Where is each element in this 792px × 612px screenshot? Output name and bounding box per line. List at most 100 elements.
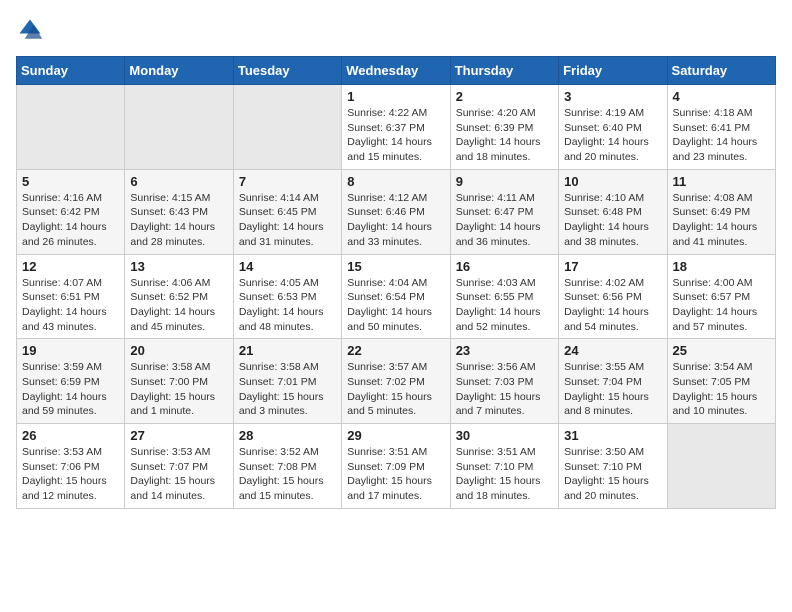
day-info: Sunrise: 4:10 AMSunset: 6:48 PMDaylight:… <box>564 191 661 250</box>
day-number: 27 <box>130 428 227 443</box>
day-number: 26 <box>22 428 119 443</box>
day-number: 24 <box>564 343 661 358</box>
day-number: 5 <box>22 174 119 189</box>
day-info: Sunrise: 3:50 AMSunset: 7:10 PMDaylight:… <box>564 445 661 504</box>
table-row: 15 Sunrise: 4:04 AMSunset: 6:54 PMDayligh… <box>342 254 450 339</box>
table-row: 9 Sunrise: 4:11 AMSunset: 6:47 PMDaylight… <box>450 169 558 254</box>
page-header <box>16 16 776 44</box>
table-row: 4 Sunrise: 4:18 AMSunset: 6:41 PMDaylight… <box>667 85 775 170</box>
day-info: Sunrise: 4:03 AMSunset: 6:55 PMDaylight:… <box>456 276 553 335</box>
table-row <box>125 85 233 170</box>
table-row: 29 Sunrise: 3:51 AMSunset: 7:09 PMDayligh… <box>342 424 450 509</box>
day-number: 17 <box>564 259 661 274</box>
day-number: 20 <box>130 343 227 358</box>
table-row: 26 Sunrise: 3:53 AMSunset: 7:06 PMDayligh… <box>17 424 125 509</box>
day-info: Sunrise: 4:02 AMSunset: 6:56 PMDaylight:… <box>564 276 661 335</box>
day-info: Sunrise: 4:22 AMSunset: 6:37 PMDaylight:… <box>347 106 444 165</box>
day-number: 22 <box>347 343 444 358</box>
day-number: 6 <box>130 174 227 189</box>
day-info: Sunrise: 4:19 AMSunset: 6:40 PMDaylight:… <box>564 106 661 165</box>
day-info: Sunrise: 3:53 AMSunset: 7:07 PMDaylight:… <box>130 445 227 504</box>
table-row: 28 Sunrise: 3:52 AMSunset: 7:08 PMDayligh… <box>233 424 341 509</box>
day-number: 15 <box>347 259 444 274</box>
logo-icon <box>16 16 44 44</box>
table-row: 8 Sunrise: 4:12 AMSunset: 6:46 PMDaylight… <box>342 169 450 254</box>
day-number: 19 <box>22 343 119 358</box>
col-monday: Monday <box>125 57 233 85</box>
day-number: 9 <box>456 174 553 189</box>
day-info: Sunrise: 3:52 AMSunset: 7:08 PMDaylight:… <box>239 445 336 504</box>
table-row: 22Sunrise: 3:57 AMSunset: 7:02 PMDayligh… <box>342 339 450 424</box>
table-row: 12 Sunrise: 4:07 AMSunset: 6:51 PMDayligh… <box>17 254 125 339</box>
day-info: Sunrise: 4:16 AMSunset: 6:42 PMDaylight:… <box>22 191 119 250</box>
day-number: 3 <box>564 89 661 104</box>
table-row: 21Sunrise: 3:58 AMSunset: 7:01 PMDayligh… <box>233 339 341 424</box>
day-info: Sunrise: 3:59 AMSunset: 6:59 PMDaylight:… <box>22 360 119 419</box>
day-info: Sunrise: 4:11 AMSunset: 6:47 PMDaylight:… <box>456 191 553 250</box>
table-row: 17 Sunrise: 4:02 AMSunset: 6:56 PMDayligh… <box>559 254 667 339</box>
day-number: 14 <box>239 259 336 274</box>
day-info: Sunrise: 4:20 AMSunset: 6:39 PMDaylight:… <box>456 106 553 165</box>
table-row: 31 Sunrise: 3:50 AMSunset: 7:10 PMDayligh… <box>559 424 667 509</box>
day-info: Sunrise: 3:54 AMSunset: 7:05 PMDaylight:… <box>673 360 770 419</box>
day-number: 29 <box>347 428 444 443</box>
day-number: 18 <box>673 259 770 274</box>
day-info: Sunrise: 4:00 AMSunset: 6:57 PMDaylight:… <box>673 276 770 335</box>
table-row: 20 Sunrise: 3:58 AMSunset: 7:00 PMDayligh… <box>125 339 233 424</box>
table-row: 25 Sunrise: 3:54 AMSunset: 7:05 PMDayligh… <box>667 339 775 424</box>
day-info: Sunrise: 4:12 AMSunset: 6:46 PMDaylight:… <box>347 191 444 250</box>
table-row <box>233 85 341 170</box>
day-info: Sunrise: 3:58 AMSunset: 7:00 PMDaylight:… <box>130 360 227 419</box>
table-row: 1 Sunrise: 4:22 AMSunset: 6:37 PMDaylight… <box>342 85 450 170</box>
day-info: Sunrise: 4:04 AMSunset: 6:54 PMDaylight:… <box>347 276 444 335</box>
calendar-header: Sunday Monday Tuesday Wednesday Thursday… <box>17 57 776 85</box>
table-row: 7Sunrise: 4:14 AMSunset: 6:45 PMDaylight… <box>233 169 341 254</box>
day-number: 10 <box>564 174 661 189</box>
day-number: 16 <box>456 259 553 274</box>
table-row: 14 Sunrise: 4:05 AMSunset: 6:53 PMDayligh… <box>233 254 341 339</box>
day-info: Sunrise: 4:08 AMSunset: 6:49 PMDaylight:… <box>673 191 770 250</box>
table-row: 24 Sunrise: 3:55 AMSunset: 7:04 PMDayligh… <box>559 339 667 424</box>
day-number: 1 <box>347 89 444 104</box>
day-number: 2 <box>456 89 553 104</box>
table-row: 27 Sunrise: 3:53 AMSunset: 7:07 PMDayligh… <box>125 424 233 509</box>
table-row: 16 Sunrise: 4:03 AMSunset: 6:55 PMDayligh… <box>450 254 558 339</box>
col-tuesday: Tuesday <box>233 57 341 85</box>
col-sunday: Sunday <box>17 57 125 85</box>
col-friday: Friday <box>559 57 667 85</box>
day-number: 11 <box>673 174 770 189</box>
day-info: Sunrise: 4:07 AMSunset: 6:51 PMDaylight:… <box>22 276 119 335</box>
day-number: 28 <box>239 428 336 443</box>
day-info: Sunrise: 3:51 AMSunset: 7:09 PMDaylight:… <box>347 445 444 504</box>
table-row: 3 Sunrise: 4:19 AMSunset: 6:40 PMDaylight… <box>559 85 667 170</box>
day-number: 23 <box>456 343 553 358</box>
day-number: 8 <box>347 174 444 189</box>
table-row: 18 Sunrise: 4:00 AMSunset: 6:57 PMDayligh… <box>667 254 775 339</box>
col-wednesday: Wednesday <box>342 57 450 85</box>
day-info: Sunrise: 3:53 AMSunset: 7:06 PMDaylight:… <box>22 445 119 504</box>
table-row: 19 Sunrise: 3:59 AMSunset: 6:59 PMDayligh… <box>17 339 125 424</box>
day-number: 31 <box>564 428 661 443</box>
day-info: Sunrise: 3:56 AMSunset: 7:03 PMDaylight:… <box>456 360 553 419</box>
table-row <box>667 424 775 509</box>
day-info: Sunrise: 3:58 AMSunset: 7:01 PMDaylight:… <box>239 360 336 419</box>
table-row: 6Sunrise: 4:15 AMSunset: 6:43 PMDaylight… <box>125 169 233 254</box>
col-thursday: Thursday <box>450 57 558 85</box>
day-info: Sunrise: 3:51 AMSunset: 7:10 PMDaylight:… <box>456 445 553 504</box>
table-row <box>17 85 125 170</box>
table-row: 11 Sunrise: 4:08 AMSunset: 6:49 PMDayligh… <box>667 169 775 254</box>
day-info: Sunrise: 4:18 AMSunset: 6:41 PMDaylight:… <box>673 106 770 165</box>
day-number: 7 <box>239 174 336 189</box>
table-row: 5 Sunrise: 4:16 AMSunset: 6:42 PMDaylight… <box>17 169 125 254</box>
col-saturday: Saturday <box>667 57 775 85</box>
day-info: Sunrise: 3:55 AMSunset: 7:04 PMDaylight:… <box>564 360 661 419</box>
table-row: 13Sunrise: 4:06 AMSunset: 6:52 PMDayligh… <box>125 254 233 339</box>
day-info: Sunrise: 4:05 AMSunset: 6:53 PMDaylight:… <box>239 276 336 335</box>
day-number: 30 <box>456 428 553 443</box>
calendar-table: Sunday Monday Tuesday Wednesday Thursday… <box>16 56 776 509</box>
day-info: Sunrise: 4:06 AMSunset: 6:52 PMDaylight:… <box>130 276 227 335</box>
day-number: 4 <box>673 89 770 104</box>
day-number: 25 <box>673 343 770 358</box>
day-number: 12 <box>22 259 119 274</box>
table-row: 30 Sunrise: 3:51 AMSunset: 7:10 PMDayligh… <box>450 424 558 509</box>
